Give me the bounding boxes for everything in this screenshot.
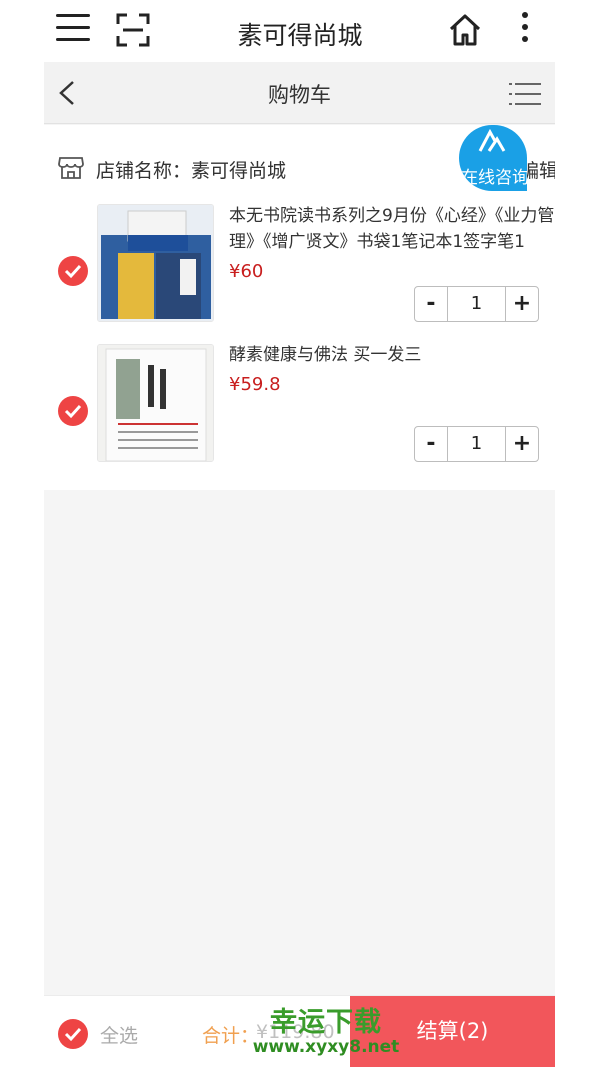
app-bar: 素可得尚城	[0, 0, 600, 62]
watermark-url: www.xyxy8.net	[252, 1037, 400, 1057]
decrease-button[interactable]: -	[415, 427, 447, 461]
item-price: ¥59.8	[229, 374, 281, 395]
item-checkbox[interactable]	[58, 396, 88, 426]
watermark: 幸运下载 www.xyxy8.net	[236, 1000, 416, 1057]
checkmark-icon	[64, 1027, 82, 1042]
cart-page: 购物车 店铺名称：素可得尚城 编辑 本无书院读书系列之9月份《心经》《业力管理》…	[44, 62, 555, 1067]
consult-label: 在线咨询	[461, 168, 527, 188]
nav-bar: 购物车	[44, 62, 555, 124]
consult-logo-icon	[478, 129, 506, 152]
product-image[interactable]	[97, 204, 214, 322]
back-icon[interactable]	[56, 80, 80, 106]
quantity-stepper: - 1 +	[414, 426, 539, 462]
quantity-stepper: - 1 +	[414, 286, 539, 322]
home-icon[interactable]	[447, 12, 483, 48]
checkmark-icon	[64, 264, 82, 279]
increase-button[interactable]: +	[506, 287, 538, 321]
item-name[interactable]: 酵素健康与佛法 买一发三	[229, 342, 555, 370]
select-all-checkbox[interactable]	[58, 1019, 88, 1049]
cart-item: 本无书院读书系列之9月份《心经》《业力管理》《增广贤文》书袋1笔记本1签字笔1 …	[44, 204, 555, 334]
item-name[interactable]: 本无书院读书系列之9月份《心经》《业力管理》《增广贤文》书袋1笔记本1签字笔1	[229, 203, 555, 255]
decrease-button[interactable]: -	[415, 287, 447, 321]
online-consult-button[interactable]: 在线咨询	[459, 125, 527, 191]
shop-name: 店铺名称：素可得尚城	[96, 160, 287, 182]
store-icon	[58, 157, 84, 179]
quantity-input[interactable]: 1	[447, 287, 506, 321]
checkmark-icon	[64, 404, 82, 419]
item-price: ¥60	[229, 261, 264, 282]
app-title: 素可得尚城	[237, 21, 363, 50]
increase-button[interactable]: +	[506, 427, 538, 461]
page-title: 购物车	[268, 83, 331, 107]
product-image[interactable]	[97, 344, 214, 462]
more-options-icon[interactable]	[519, 12, 531, 48]
select-all-label[interactable]: 全选	[100, 1021, 138, 1048]
book-set-thumbnail	[98, 205, 213, 321]
list-menu-icon[interactable]	[509, 82, 541, 106]
menu-icon[interactable]	[56, 14, 90, 46]
scan-icon[interactable]	[116, 13, 150, 47]
quantity-input[interactable]: 1	[447, 427, 506, 461]
book-cover-thumbnail	[98, 345, 213, 461]
watermark-title: 幸运下载	[270, 1007, 382, 1038]
cart-item: 酵素健康与佛法 买一发三 ¥59.8 - 1 +	[44, 344, 555, 474]
item-checkbox[interactable]	[58, 256, 88, 286]
